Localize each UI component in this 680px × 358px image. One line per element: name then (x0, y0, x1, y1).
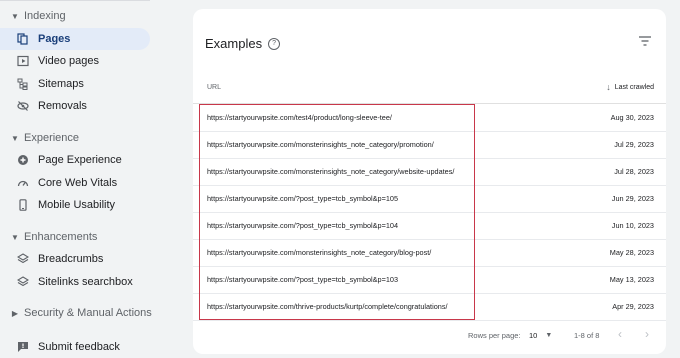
row-date: Apr 29, 2023 (612, 302, 654, 311)
chevron-down-icon: ▼ (11, 133, 19, 143)
sidebar-item-sitemaps[interactable]: Sitemaps (0, 73, 150, 95)
rows-per-page-label: Rows per page: (468, 331, 521, 340)
chevron-right-icon[interactable]: › (645, 327, 649, 341)
sidebar-item-label: Page Experience (38, 154, 122, 166)
row-date: Jun 10, 2023 (611, 221, 654, 230)
section-label: Experience (24, 132, 80, 144)
gauge-icon (16, 176, 30, 190)
row-date: Aug 30, 2023 (610, 113, 654, 122)
sidebar-item-removals[interactable]: Removals (0, 95, 150, 117)
sidebar-item-label: Removals (38, 100, 87, 112)
sidebar-item-video-pages[interactable]: Video pages (0, 50, 150, 72)
sidebar-item-breadcrumbs[interactable]: Breadcrumbs (0, 248, 150, 270)
chevron-down-icon: ▼ (11, 232, 19, 242)
sidebar-item-label: Submit feedback (38, 341, 120, 353)
sidebar-top-divider (0, 0, 150, 1)
layers-icon (16, 252, 30, 266)
dropdown-arrow-icon: ▼ (545, 332, 553, 339)
feedback-icon (16, 340, 30, 354)
row-date: Jun 29, 2023 (611, 194, 654, 203)
section-label: Indexing (24, 10, 66, 22)
sidebar-item-label: Mobile Usability (38, 199, 116, 211)
rows-per-page-select[interactable]: 10 ▼ (529, 331, 552, 340)
sidebar-item-sitelinks-searchbox[interactable]: Sitelinks searchbox (0, 271, 150, 293)
sidebar-item-mobile-usability[interactable]: Mobile Usability (0, 194, 150, 216)
chevron-down-icon: ▼ (11, 11, 19, 21)
sidebar-item-pages[interactable]: Pages (0, 28, 150, 50)
layers-icon (16, 275, 30, 289)
column-header-last-crawled[interactable]: ↓ Last crawled (606, 82, 654, 92)
examples-title-text: Examples (205, 36, 263, 51)
section-security-manual-actions[interactable]: ▶ Security & Manual Actions (0, 303, 152, 323)
filter-icon[interactable] (639, 36, 651, 46)
section-label: Security & Manual Actions (24, 307, 152, 319)
section-label: Enhancements (24, 231, 98, 243)
section-enhancements[interactable]: ▼ Enhancements (0, 227, 97, 247)
chevron-left-icon[interactable]: ‹ (618, 327, 622, 341)
sitemaps-icon (16, 77, 30, 91)
sidebar-item-submit-feedback[interactable]: Submit feedback (0, 336, 150, 358)
sidebar-item-label: Video pages (38, 55, 99, 67)
row-date: Jul 28, 2023 (614, 167, 654, 176)
section-experience[interactable]: ▼ Experience (0, 128, 79, 148)
examples-title: Examples ? (205, 36, 281, 51)
sidebar-item-label: Sitemaps (38, 78, 84, 90)
row-date: May 28, 2023 (609, 248, 654, 257)
sidebar-item-label: Breadcrumbs (38, 253, 104, 265)
sidebar-item-label: Sitelinks searchbox (38, 276, 133, 288)
sidebar: ▼ Indexing Pages Video pages Sitemaps Re… (0, 0, 160, 358)
section-indexing[interactable]: ▼ Indexing (0, 6, 66, 26)
row-date: Jul 29, 2023 (614, 140, 654, 149)
page-experience-icon (16, 153, 30, 167)
column-header-url: URL (207, 84, 222, 91)
rows-per-page-value: 10 (529, 331, 538, 340)
phone-icon (16, 198, 30, 212)
arrow-down-icon: ↓ (606, 82, 611, 92)
sidebar-item-core-web-vitals[interactable]: Core Web Vitals (0, 172, 150, 194)
sidebar-item-label: Pages (38, 33, 71, 45)
help-icon[interactable]: ? (268, 37, 281, 50)
video-pages-icon (16, 54, 30, 68)
sidebar-item-label: Core Web Vitals (38, 177, 118, 189)
pages-icon (16, 32, 30, 46)
removals-icon (16, 99, 30, 113)
pagination-range: 1-8 of 8 (574, 331, 600, 340)
sidebar-item-page-experience[interactable]: Page Experience (0, 149, 150, 171)
chevron-right-icon: ▶ (11, 308, 19, 318)
column-header-label: Last crawled (614, 83, 654, 91)
examples-card: Examples ? URL ↓ Last crawled https://st… (193, 9, 666, 354)
url-highlight-box (199, 104, 475, 320)
row-date: May 13, 2023 (609, 275, 654, 284)
